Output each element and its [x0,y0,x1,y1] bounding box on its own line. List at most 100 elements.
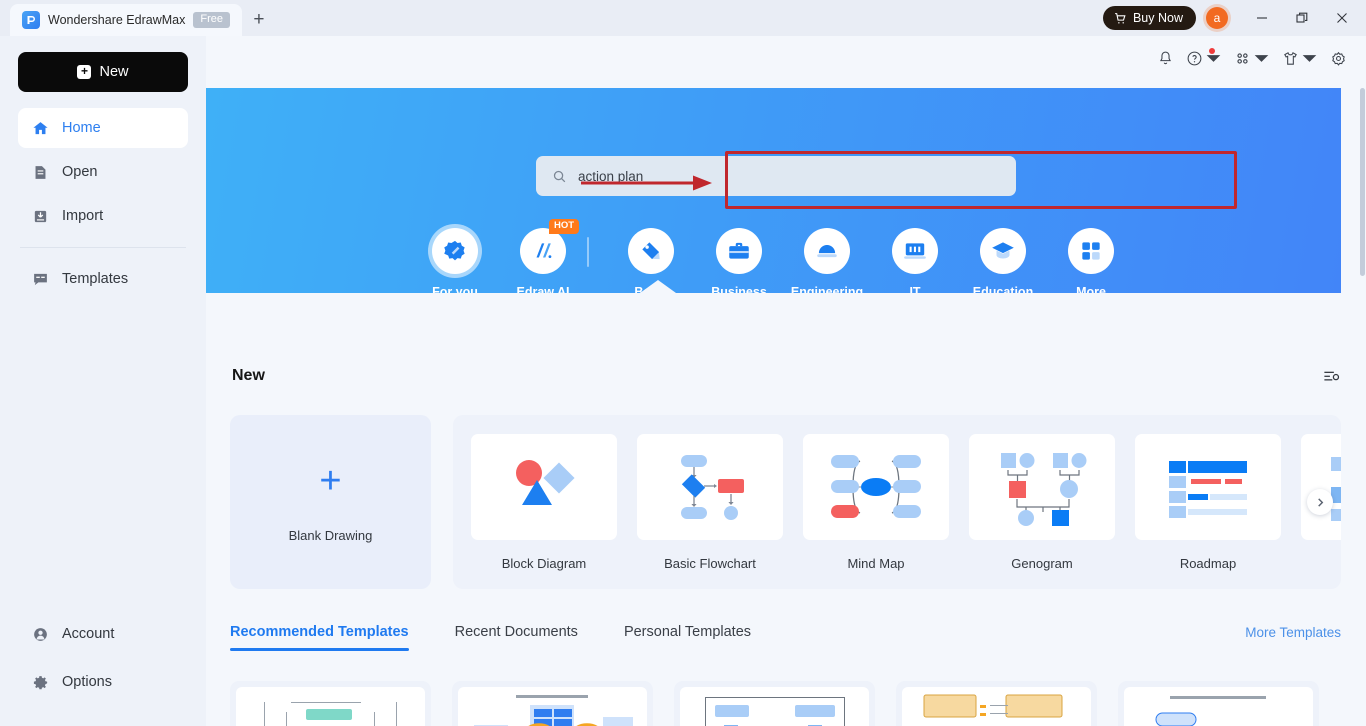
apps-button[interactable] [1229,46,1275,71]
maximize-button[interactable] [1282,1,1322,35]
template-preview-card[interactable] [452,681,653,726]
sidebar-item-label: Home [62,120,101,136]
edrawmax-logo-icon [22,11,40,29]
sidebar-item-label: Options [62,674,112,690]
carousel-next-button[interactable] [1307,489,1333,515]
content-scrollbar-track[interactable] [1359,88,1366,726]
category-for-you[interactable]: For you [411,228,499,293]
template-preview-card[interactable] [1118,681,1319,726]
new-document-button[interactable]: + New [18,52,188,92]
sidebar: + New Home Open Import Templates Account… [0,36,206,726]
sidebar-item-open[interactable]: Open [18,152,188,192]
app-document-tab[interactable]: Wondershare EdrawMax Free [10,4,242,36]
section-title: New [232,366,265,384]
settings-gear-icon [1332,51,1345,66]
sidebar-item-account[interactable]: Account [18,614,188,654]
search-input[interactable]: action plan [536,156,1016,196]
free-badge: Free [193,11,230,29]
business-model-preview [458,687,647,726]
new-section-header: New [232,366,1341,385]
gear-icon [33,675,48,689]
template-card-roadmap[interactable]: Roadmap [1135,433,1281,571]
sidebar-item-import[interactable]: Import [18,196,188,236]
network-diagram-preview [680,687,869,726]
blank-drawing-label: Blank Drawing [288,527,373,543]
engineering-icon [804,228,850,274]
title-bar: Wondershare EdrawMax Free + Buy Now a [0,0,1366,36]
help-button[interactable] [1181,46,1227,71]
blank-drawing-card[interactable]: + Blank Drawing [230,415,431,589]
plus-icon: + [77,65,92,79]
close-button[interactable] [1322,1,1362,35]
workflow-payment-preview [1124,687,1313,726]
content-scrollbar-thumb[interactable] [1360,88,1365,276]
sidebar-item-home[interactable]: Home [18,108,188,148]
sidebar-item-options[interactable]: Options [18,662,188,702]
more-templates-link[interactable]: More Templates [1245,625,1341,651]
engineering-glyph [817,245,837,258]
template-label: Mind Map [847,555,905,571]
filter-sliders-icon[interactable] [1322,366,1341,385]
sidebar-item-label: Open [62,164,98,180]
apps-grid-icon [1237,53,1248,64]
tab-personal-templates[interactable]: Personal Templates [624,624,751,651]
block-diagram-thumb [471,433,617,540]
org-structure-preview [236,687,425,726]
for-you-glyph [444,240,465,261]
template-preview-card[interactable] [230,681,431,726]
template-preview-card[interactable] [896,681,1097,726]
org-chart-thumb [1301,433,1341,540]
bell-icon [1160,51,1171,65]
buy-now-button[interactable]: Buy Now [1102,6,1196,30]
template-label: Block Diagram [501,555,587,571]
main-content: action plan For you HOT Edraw AI Basic B… [206,36,1366,726]
mind-map-thumb [803,433,949,540]
tab-recommended-templates[interactable]: Recommended Templates [230,624,409,651]
category-education[interactable]: Education [959,228,1047,293]
category-label: Engineering [790,285,864,293]
search-icon [553,170,566,182]
category-more[interactable]: More [1047,228,1135,293]
sidebar-item-templates[interactable]: Templates [18,259,188,299]
theme-button[interactable] [1277,46,1323,71]
for-you-icon [432,228,478,274]
account-icon [34,627,47,641]
chevron-down-icon [1254,55,1269,62]
search-value: action plan [578,168,644,184]
template-card-mind-map[interactable]: Mind Map [803,433,949,571]
hot-badge: HOT [549,219,580,234]
app-tab-title: Wondershare EdrawMax [48,13,186,27]
chevron-right-icon [1317,497,1323,507]
basic-glyph [642,242,660,260]
avatar[interactable]: a [1206,7,1228,29]
template-card-block-diagram[interactable]: Block Diagram [471,433,617,571]
edraw-ai-icon [520,228,566,274]
minimize-button[interactable] [1242,1,1282,35]
more-grid-glyph [1082,242,1100,260]
education-glyph [992,242,1014,259]
notifications-button[interactable] [1152,46,1179,71]
category-business[interactable]: Business [695,228,783,293]
settings-button[interactable] [1325,46,1352,71]
category-label: Edraw AI [516,285,570,293]
template-card-genogram[interactable]: Genogram [969,433,1115,571]
category-label: More [1076,285,1106,293]
category-it[interactable]: IT [871,228,959,293]
it-icon [892,228,938,274]
template-label: Roadmap [1179,555,1237,571]
content-tabs: Recommended Templates Recent Documents P… [230,624,1341,651]
education-icon [980,228,1026,274]
category-edraw-ai[interactable]: HOT Edraw AI [499,219,587,293]
import-icon [34,210,47,222]
swimlane-preview [902,687,1091,726]
new-tab-button[interactable]: + [242,4,276,36]
category-engineering[interactable]: Engineering [783,228,871,293]
tab-recent-documents[interactable]: Recent Documents [455,624,578,651]
it-glyph [904,243,926,259]
template-card-basic-flowchart[interactable]: Basic Flowchart [637,433,783,571]
template-type-carousel: Block Diagram Basic Flowchart Mind Map G… [453,415,1341,589]
category-row: For you HOT Edraw AI Basic Business Engi… [206,219,1341,293]
new-cards-row: + Blank Drawing Block Diagram Basic Flow… [230,415,1341,589]
basic-flowchart-thumb [637,433,783,540]
template-preview-card[interactable] [674,681,875,726]
